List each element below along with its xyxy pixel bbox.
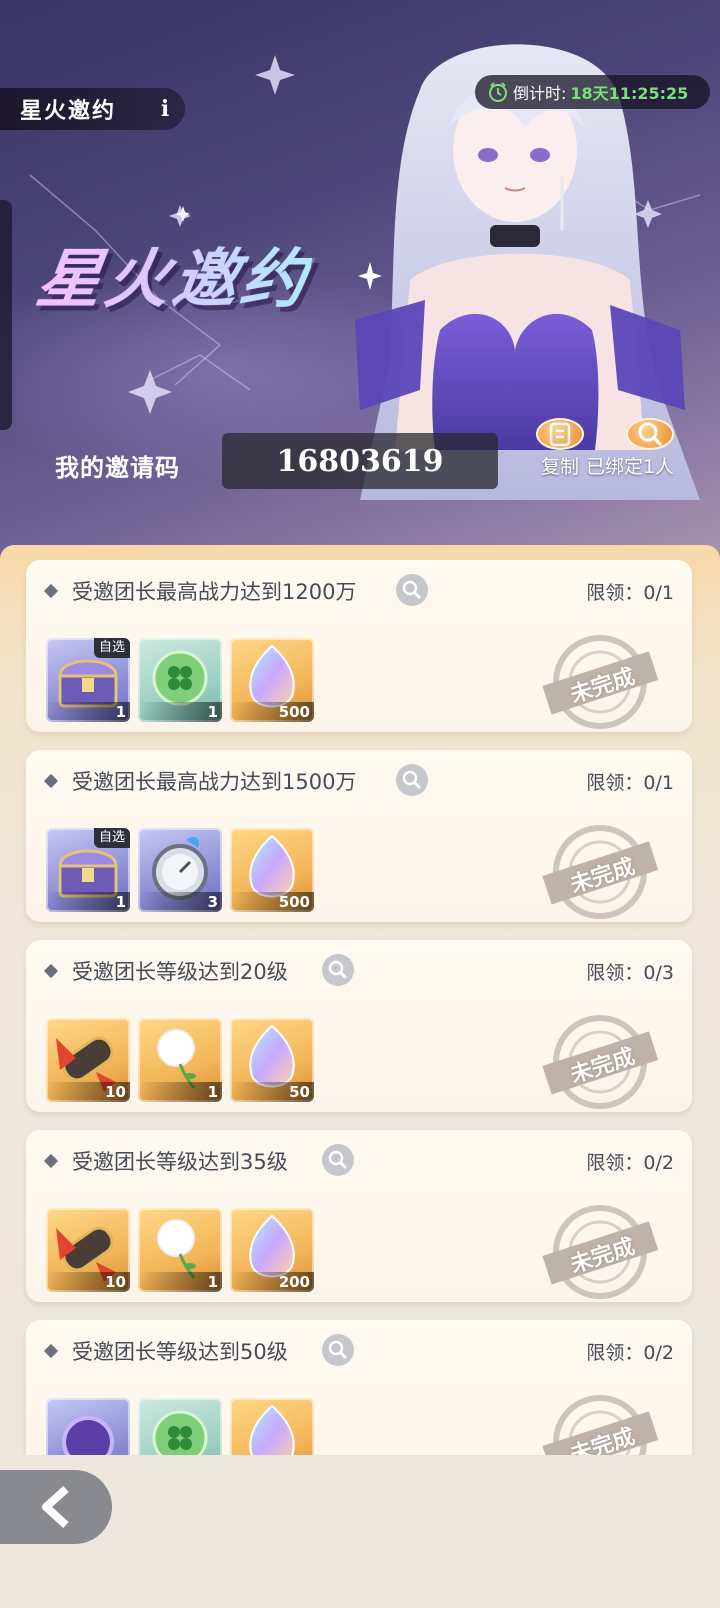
event-big-title: 星火邀约 [32, 228, 317, 320]
reward-qty: 1 [46, 892, 130, 912]
sparkle-icon [176, 206, 190, 222]
incomplete-stamp: 未完成 [542, 1012, 659, 1112]
bottom-decoration [0, 1455, 720, 1608]
claim-limit: 限领：0/3 [586, 962, 674, 984]
reward-item[interactable] [230, 1398, 314, 1457]
magnifier-icon[interactable] [396, 764, 428, 796]
reward-item[interactable] [138, 1398, 222, 1457]
reward-qty: 500 [230, 702, 314, 722]
bound-users-button[interactable]: 已绑定1人 [586, 418, 682, 478]
magnifier-icon[interactable] [322, 954, 354, 986]
reward-qty: 1 [46, 702, 130, 722]
bullet-diamond-icon [43, 773, 59, 789]
task-title: 受邀团长最高战力达到1500万 [72, 770, 357, 794]
incomplete-stamp: 未完成 [542, 1392, 659, 1457]
bullet-diamond-icon [43, 583, 59, 599]
task-card: 受邀团长等级达到20级 限领：0/3 10 1 50 未完成 [26, 940, 692, 1112]
bullet-diamond-icon [43, 1153, 59, 1169]
reward-item[interactable]: 500 [230, 828, 314, 912]
task-card: 受邀团长最高战力达到1500万 限领：0/1 自选 1 3 500 未完成 [26, 750, 692, 922]
reward-qty: 1 [138, 1272, 222, 1292]
countdown-value: 18天11:25:25 [570, 84, 689, 103]
invite-code-value: 16803619 [222, 433, 498, 489]
claim-limit: 限领：0/1 [586, 582, 674, 604]
copy-button-label: 复制 [540, 456, 579, 478]
task-card: 受邀团长等级达到50级 限领：0/2 未完成 [26, 1320, 692, 1457]
reward-qty: 1 [138, 702, 222, 722]
task-list[interactable]: 受邀团长最高战力达到1200万 限领：0/1 自选 1 1 500 未完成 受邀… [0, 545, 720, 1457]
sparkle-icon [358, 262, 382, 290]
copy-button[interactable]: 复制 [528, 418, 592, 478]
claim-limit: 限领：0/1 [586, 772, 674, 794]
side-drawer-handle[interactable] [0, 200, 12, 430]
clock-icon [489, 82, 507, 102]
task-card: 受邀团长最高战力达到1200万 限领：0/1 自选 1 1 500 未完成 [26, 560, 692, 732]
task-title: 受邀团长等级达到50级 [72, 1340, 288, 1364]
back-arrow-icon [42, 1486, 69, 1528]
purple-orb-icon [62, 1416, 114, 1457]
reward-item[interactable]: 1 [138, 638, 222, 722]
reward-item[interactable]: 自选 1 [46, 828, 130, 912]
reward-qty: 50 [230, 1082, 314, 1102]
countdown-badge: 倒计时: 18天11:25:25 [475, 75, 710, 109]
incomplete-stamp: 未完成 [542, 1202, 659, 1302]
invite-code-label: 我的邀请码 [55, 454, 180, 482]
task-card: 受邀团长等级达到35级 限领：0/2 10 1 200 未完成 [26, 1130, 692, 1302]
reward-qty: 10 [46, 1272, 130, 1292]
reward-item[interactable]: 200 [230, 1208, 314, 1292]
reward-item[interactable]: 3 [138, 828, 222, 912]
task-title: 受邀团长最高战力达到1200万 [72, 580, 357, 604]
bound-users-label: 已绑定1人 [585, 456, 675, 478]
search-icon [626, 418, 674, 450]
reward-item[interactable]: 1 [138, 1018, 222, 1102]
reward-item[interactable]: 10 [46, 1018, 130, 1102]
copy-icon [536, 418, 584, 450]
reward-item[interactable]: 1 [138, 1208, 222, 1292]
bullet-diamond-icon [43, 1343, 59, 1359]
reward-qty: 1 [138, 1082, 222, 1102]
event-title-tab-label: 星火邀约 [20, 99, 117, 124]
reward-qty: 200 [230, 1272, 314, 1292]
magnifier-icon[interactable] [322, 1334, 354, 1366]
reward-qty: 500 [230, 892, 314, 912]
task-title: 受邀团长等级达到20级 [72, 960, 288, 984]
bullet-diamond-icon [43, 963, 59, 979]
reward-item[interactable]: 500 [230, 638, 314, 722]
reward-qty: 3 [138, 892, 222, 912]
clover-orb-icon [152, 1410, 208, 1457]
reward-item[interactable]: 10 [46, 1208, 130, 1292]
magnifier-icon[interactable] [322, 1144, 354, 1176]
countdown-label: 倒计时: [513, 84, 567, 103]
reward-tag: 自选 [93, 828, 130, 848]
reward-qty: 10 [46, 1082, 130, 1102]
rainbow-crystal-icon [249, 1404, 295, 1457]
task-title: 受邀团长等级达到35级 [72, 1150, 288, 1174]
claim-limit: 限领：0/2 [586, 1152, 674, 1174]
event-banner: 星火邀约 i 倒计时: 18天11:25:25 星火邀约 星火邀约 我的邀请码 … [0, 0, 720, 560]
reward-tag: 自选 [93, 638, 130, 658]
incomplete-stamp: 未完成 [542, 632, 659, 732]
reward-item[interactable] [46, 1398, 130, 1457]
back-button[interactable] [0, 1470, 112, 1544]
magnifier-icon[interactable] [396, 574, 428, 606]
incomplete-stamp: 未完成 [542, 822, 659, 922]
reward-item[interactable]: 自选 1 [46, 638, 130, 722]
claim-limit: 限领：0/2 [586, 1342, 674, 1364]
info-icon[interactable]: i [150, 94, 180, 124]
reward-item[interactable]: 50 [230, 1018, 314, 1102]
